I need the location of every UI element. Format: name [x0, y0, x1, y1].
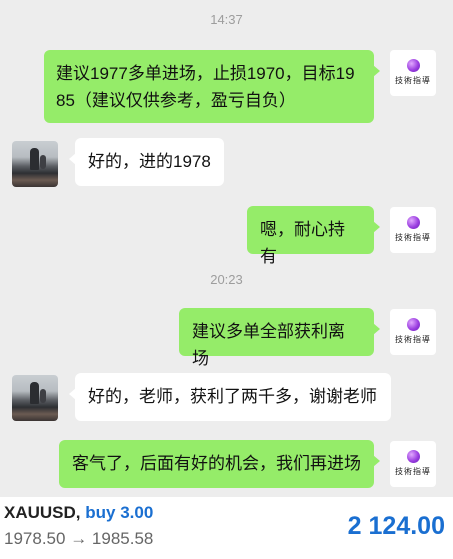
timestamp: 20:23 [210, 272, 243, 287]
arrow-icon: → [70, 529, 88, 548]
my-avatar[interactable]: 技術指導 [390, 207, 436, 253]
message-bubble[interactable]: 建议1977多单进场，止损1970，目标19 85（建议仅供参考，盈亏自负） [44, 50, 380, 123]
message-bubble[interactable]: 建议多单全部获利离场 [179, 308, 380, 368]
person-figure-icon [40, 389, 46, 403]
trade-profit: 2 124.00 [347, 512, 445, 540]
message-bubble[interactable]: 好的，老师，获利了两千多，谢谢老师 [69, 373, 391, 421]
person-figure-icon [30, 382, 39, 404]
logo-icon [407, 59, 420, 72]
message-bubble[interactable]: 好的，进的1978 [69, 138, 224, 186]
my-avatar[interactable]: 技術指導 [390, 50, 436, 96]
avatar-logo-text: 技術指導 [395, 467, 431, 476]
my-avatar[interactable]: 技術指導 [390, 441, 436, 487]
logo-icon [407, 216, 420, 229]
trade-symbol: XAUUSD, [4, 503, 81, 522]
trade-side: buy 3.00 [85, 503, 154, 522]
avatar-logo-text: 技術指導 [395, 76, 431, 85]
contact-avatar[interactable] [12, 375, 58, 421]
open-price: 1978.50 [4, 529, 66, 548]
message-bubble[interactable]: 嗯，耐心持有 [247, 206, 380, 266]
trade-prices: 1978.50 → 1985.58 [4, 529, 153, 549]
message-bubble[interactable]: 客气了，后面有好的机会，我们再进场 [59, 440, 380, 488]
message-text-line: 建议1977多单进场，止损1970，目标19 [56, 64, 355, 83]
contact-avatar[interactable] [12, 141, 58, 187]
my-avatar[interactable]: 技術指導 [390, 309, 436, 355]
message-text-line: 85（建议仅供参考，盈亏自负） [56, 91, 296, 110]
trade-header: XAUUSD, buy 3.00 [4, 503, 153, 523]
person-figure-icon [40, 155, 46, 169]
avatar-logo-text: 技術指導 [395, 233, 431, 242]
logo-icon [407, 450, 420, 463]
avatar-logo-text: 技術指導 [395, 335, 431, 344]
logo-icon [407, 318, 420, 331]
timestamp: 14:37 [210, 12, 243, 27]
close-price: 1985.58 [91, 529, 154, 548]
person-figure-icon [30, 148, 39, 170]
chat-area: 14:37 建议1977多单进场，止损1970，目标19 85（建议仅供参考，盈… [0, 0, 453, 497]
trade-summary-bar[interactable]: XAUUSD, buy 3.00 1978.50 → 1985.58 2 124… [0, 497, 453, 559]
